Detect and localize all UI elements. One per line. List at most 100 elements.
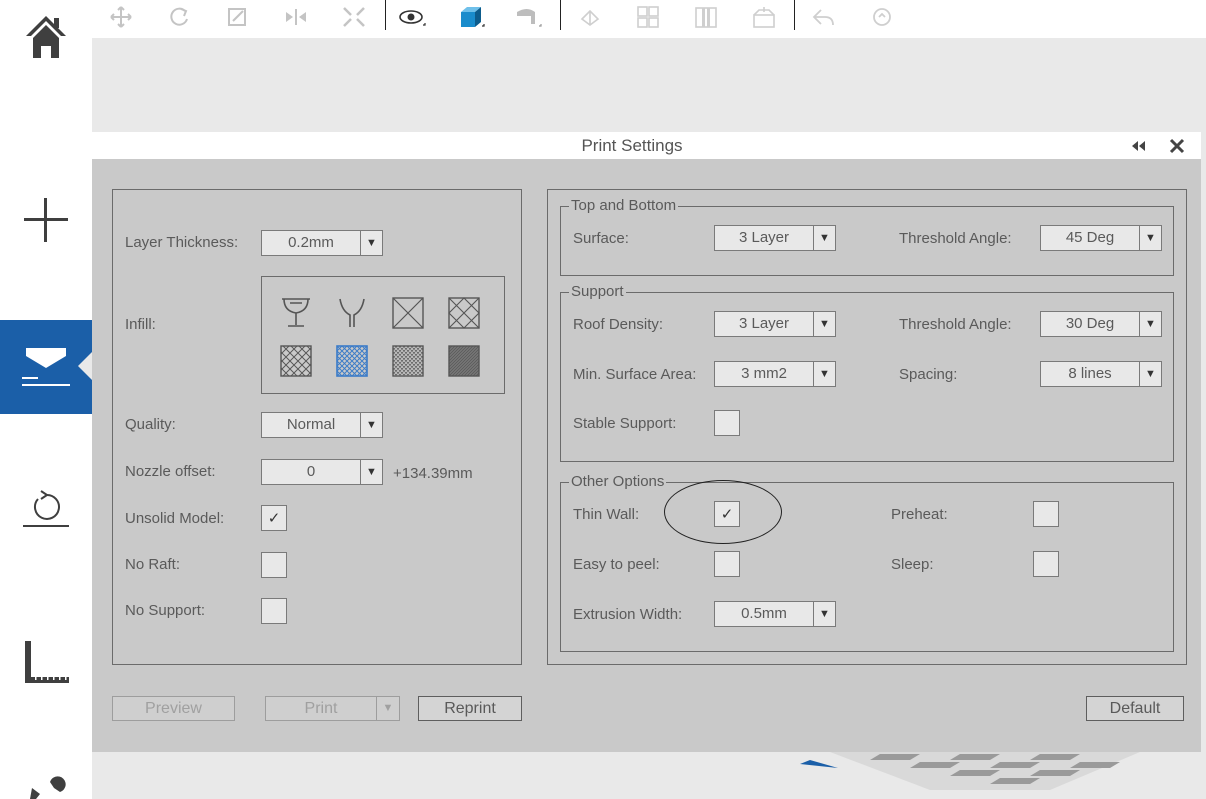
toolbar-separator <box>794 0 795 30</box>
stable-support-checkbox[interactable] <box>714 410 740 436</box>
collapse-button[interactable] <box>1130 138 1148 154</box>
layer-thickness-dropdown[interactable]: 0.2mm ▼ <box>261 230 383 256</box>
rotate-tool[interactable] <box>164 2 196 32</box>
layout-grid-tool[interactable] <box>632 2 664 32</box>
roof-density-dropdown[interactable]: 3 Layer ▼ <box>714 311 836 337</box>
add-model-button[interactable] <box>0 188 92 252</box>
split-icon <box>695 7 717 28</box>
rotate-reset-icon <box>23 490 69 527</box>
dropdown-arrow-icon[interactable]: ▼ <box>360 413 382 437</box>
easy-to-peel-label: Easy to peel: <box>573 556 660 573</box>
shell-cup-icon <box>339 298 365 327</box>
tools-icon <box>30 776 66 799</box>
repair-icon <box>580 9 600 26</box>
print-settings-nav-button[interactable] <box>0 320 92 414</box>
reset-rotation-button[interactable] <box>0 476 92 540</box>
dropdown-arrow-icon[interactable]: ▼ <box>1139 312 1161 336</box>
layer-thickness-value: 0.2mm <box>288 234 334 251</box>
surface-dropdown[interactable]: 3 Layer ▼ <box>714 225 836 251</box>
spacing-dropdown[interactable]: 8 lines ▼ <box>1040 361 1162 387</box>
no-raft-checkbox[interactable] <box>261 552 287 578</box>
no-support-label: No Support: <box>125 602 206 619</box>
nozzle-offset-dropdown[interactable]: 0 ▼ <box>261 459 383 485</box>
default-button[interactable]: Default <box>1086 696 1184 721</box>
reprint-button[interactable]: Reprint <box>418 696 522 721</box>
move-tool[interactable] <box>106 2 138 32</box>
lattice-selected-icon <box>336 345 368 377</box>
cube-view-tool[interactable] <box>454 2 486 32</box>
basic-settings-panel: Layer Thickness: 0.2mm ▼ Infill: Quality… <box>112 189 522 665</box>
support-legend: Support <box>571 283 624 300</box>
dropdown-arrow-icon[interactable]: ▼ <box>360 460 382 484</box>
print-button[interactable]: Print <box>265 696 377 721</box>
infill-hollow-option[interactable] <box>280 295 312 327</box>
infill-shell-option[interactable] <box>336 295 368 327</box>
view-tool[interactable] <box>396 2 428 32</box>
move-icon <box>110 6 132 28</box>
top-threshold-angle-value: 45 Deg <box>1065 229 1115 246</box>
support-threshold-angle-label: Threshold Angle: <box>899 316 1012 333</box>
hollow-cup-icon <box>282 298 310 327</box>
repair-tool[interactable] <box>574 2 606 32</box>
lattice-medium-icon <box>392 345 424 377</box>
infill-dense-option[interactable] <box>392 345 424 377</box>
top-threshold-angle-dropdown[interactable]: 45 Deg ▼ <box>1040 225 1162 251</box>
print-options-arrow[interactable]: ▼ <box>376 696 400 721</box>
check-mark-icon: ✓ <box>720 506 734 523</box>
quality-label: Quality: <box>125 416 176 433</box>
easy-to-peel-checkbox[interactable] <box>714 551 740 577</box>
mirror-tool[interactable] <box>280 2 312 32</box>
infill-light-option[interactable] <box>280 345 312 377</box>
split-tool[interactable] <box>690 2 722 32</box>
diamond-cross-icon <box>448 297 480 329</box>
dropdown-arrow-icon[interactable]: ▼ <box>813 226 835 250</box>
advanced-settings-panel: Top and Bottom Surface: 3 Layer ▼ Thresh… <box>547 189 1187 665</box>
scale-tool[interactable] <box>222 2 254 32</box>
quality-dropdown[interactable]: Normal ▼ <box>261 412 383 438</box>
toolbar-separator <box>385 0 386 30</box>
sleep-label: Sleep: <box>891 556 934 573</box>
dropdown-arrow-icon[interactable]: ▼ <box>360 231 382 255</box>
thin-wall-label: Thin Wall: <box>573 506 640 523</box>
min-surface-area-dropdown[interactable]: 3 mm2 ▼ <box>714 361 836 387</box>
dropdown-arrow-icon[interactable]: ▼ <box>813 602 835 626</box>
check-mark-icon: ✓ <box>267 510 281 527</box>
preheat-checkbox[interactable] <box>1033 501 1059 527</box>
rotate-icon <box>170 7 188 26</box>
auto-arrange-tool[interactable] <box>338 2 370 32</box>
home-button[interactable] <box>0 4 92 68</box>
thin-wall-checkbox[interactable]: ✓ <box>714 501 740 527</box>
infill-sparse-option[interactable] <box>392 297 424 329</box>
dropdown-arrow-icon[interactable]: ▼ <box>813 362 835 386</box>
unsolid-model-checkbox[interactable]: ✓ <box>261 505 287 531</box>
rewind-collapse-icon <box>1132 141 1145 151</box>
redo-icon <box>873 8 891 26</box>
no-support-checkbox[interactable] <box>261 598 287 624</box>
dropdown-arrow-icon[interactable]: ▼ <box>813 312 835 336</box>
add-icon <box>24 198 68 242</box>
measure-button[interactable] <box>0 628 92 692</box>
support-tool[interactable] <box>512 2 544 32</box>
preview-button[interactable]: Preview <box>112 696 235 721</box>
sparse-cross-icon <box>392 297 424 329</box>
measure-ruler-icon <box>25 641 69 683</box>
dropdown-arrow-icon[interactable]: ▼ <box>1139 362 1161 386</box>
infill-medium-blue-option[interactable] <box>336 345 368 377</box>
solid-icon <box>448 345 480 377</box>
redo-tool[interactable] <box>866 2 898 32</box>
toolbar-separator <box>560 0 561 30</box>
cube-view-icon <box>461 7 485 27</box>
tools-button[interactable] <box>0 772 92 799</box>
undo-tool[interactable] <box>808 2 840 32</box>
preheat-label: Preheat: <box>891 506 948 523</box>
support-threshold-angle-dropdown[interactable]: 30 Deg ▼ <box>1040 311 1162 337</box>
infill-solid-option[interactable] <box>448 345 480 377</box>
dropdown-arrow-icon[interactable]: ▼ <box>1139 226 1161 250</box>
extrusion-width-dropdown[interactable]: 0.5mm ▼ <box>714 601 836 627</box>
sleep-checkbox[interactable] <box>1033 551 1059 577</box>
top-threshold-angle-label: Threshold Angle: <box>899 230 1012 247</box>
packaging-tool[interactable] <box>748 2 780 32</box>
close-button[interactable] <box>1168 137 1186 155</box>
view-icon <box>399 10 426 26</box>
infill-diamond-option[interactable] <box>448 297 480 329</box>
